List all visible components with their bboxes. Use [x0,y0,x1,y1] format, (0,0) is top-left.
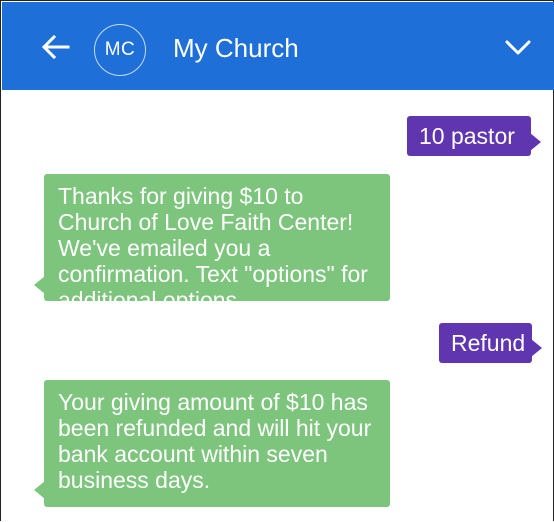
message-text: 10 pastor [419,123,515,149]
conversation-title: My Church [173,33,299,63]
message-list: 10 pastor Thanks for giving $10 to Churc… [2,90,554,522]
message-incoming: Your giving amount of $10 has been refun… [44,380,390,507]
message-incoming: Thanks for giving $10 to Church of Love … [44,174,390,313]
message-text: Thanks for giving $10 to Church of Love … [58,183,368,313]
message-outgoing: Refund [439,323,532,363]
message-tail [34,481,45,499]
avatar-initials: MC [104,39,136,60]
app-frame: MC My Church 10 pastor Thanks for giving… [0,0,554,521]
avatar: MC [94,24,146,76]
chevron-down-icon[interactable] [501,35,535,59]
arrow-left-icon[interactable] [41,32,71,62]
message-outgoing: 10 pastor [407,116,531,156]
message-text: Refund [451,330,526,356]
message-text: Your giving amount of $10 has been refun… [58,389,372,493]
message-tail [530,133,541,151]
message-tail [34,276,45,294]
conversation-header: MC My Church [2,2,554,90]
message-tail [531,339,542,357]
